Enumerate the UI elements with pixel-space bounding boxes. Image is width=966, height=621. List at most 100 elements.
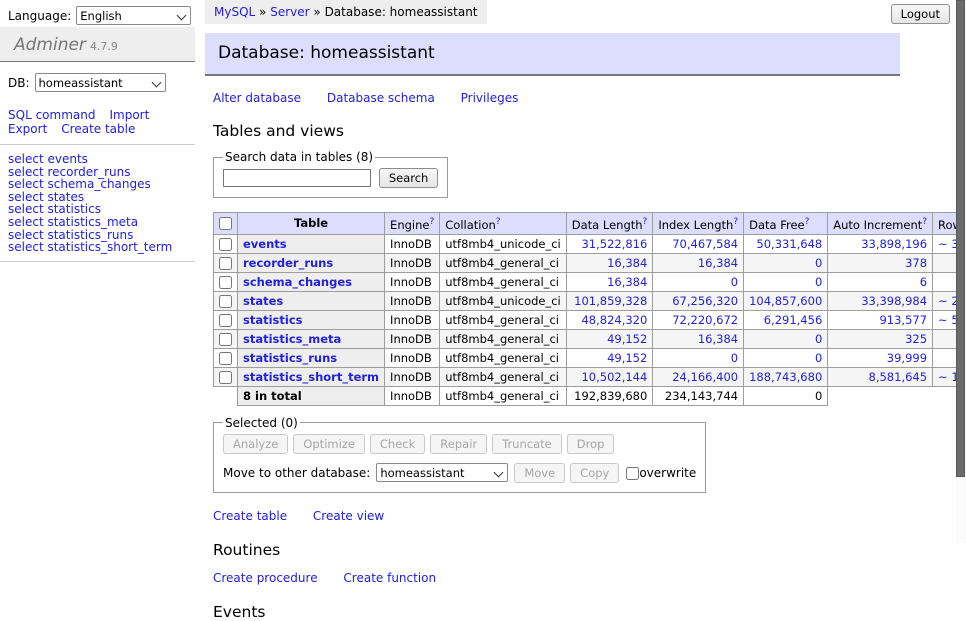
privileges-link[interactable]: Privileges [461, 91, 519, 105]
auto-increment-link[interactable]: 8,581,645 [869, 370, 928, 384]
row-checkbox[interactable] [219, 276, 232, 289]
sidebar-item-select-statistics_meta[interactable]: select statistics_meta [8, 216, 195, 229]
row-checkbox[interactable] [219, 238, 232, 251]
index-length-link[interactable]: 16,384 [698, 256, 738, 270]
data-free-link[interactable]: 0 [815, 351, 822, 365]
tables-tbody: eventsInnoDButf8mb4_unicode_ci31,522,816… [214, 234, 966, 386]
sidebar: Language:English Adminer4.7.9 DB:homeass… [0, 0, 195, 262]
overwrite-checkbox[interactable] [626, 467, 639, 480]
data-free-link[interactable]: 0 [815, 332, 822, 346]
create-view-link[interactable]: Create view [313, 509, 384, 523]
select-all-checkbox[interactable] [219, 217, 232, 230]
table-name-link[interactable]: schema_changes [243, 275, 352, 289]
row-checkbox[interactable] [219, 295, 232, 308]
index-length-link[interactable]: 67,256,320 [672, 294, 738, 308]
help-link[interactable]: ? [805, 217, 810, 227]
data-length-cell: 16,384 [566, 272, 653, 291]
table-name-link[interactable]: statistics_short_term [243, 370, 379, 384]
table-name-link[interactable]: events [243, 237, 287, 251]
help-link[interactable]: ? [496, 217, 501, 227]
language-select[interactable]: English [76, 6, 191, 25]
table-name-link[interactable]: recorder_runs [243, 256, 333, 270]
data-length-link[interactable]: 31,522,816 [581, 237, 647, 251]
index-length-link[interactable]: 0 [731, 275, 738, 289]
auto-increment-link[interactable]: 39,999 [887, 351, 927, 365]
optimize-button[interactable]: Optimize [293, 434, 365, 454]
row-checkbox[interactable] [219, 333, 232, 346]
database-schema-link[interactable]: Database schema [327, 91, 435, 105]
search-input[interactable] [223, 169, 371, 187]
logout-button[interactable]: Logout [891, 4, 950, 24]
data-free-link[interactable]: 104,857,600 [749, 294, 822, 308]
create-function-link[interactable]: Create function [343, 571, 436, 585]
move-button[interactable]: Move [514, 463, 565, 483]
data-free-link[interactable]: 6,291,456 [764, 313, 823, 327]
data-free-link[interactable]: 0 [815, 256, 822, 270]
data-length-cell: 10,502,144 [566, 367, 653, 386]
row-checkbox[interactable] [219, 314, 232, 327]
auto-increment-link[interactable]: 378 [905, 256, 927, 270]
help-link[interactable]: ? [429, 217, 434, 227]
collation-cell: utf8mb4_general_ci [440, 253, 567, 272]
select-all-cell [214, 213, 238, 235]
sidebar-item-import[interactable]: Import [109, 108, 149, 122]
help-link[interactable]: ? [733, 217, 738, 227]
row-checkbox[interactable] [219, 352, 232, 365]
index-length-link[interactable]: 0 [731, 351, 738, 365]
table-name-link[interactable]: states [243, 294, 283, 308]
move-row: Move to other database:homeassistantMove… [223, 463, 696, 483]
sidebar-item-create-table[interactable]: Create table [61, 122, 135, 136]
table-name-link[interactable]: statistics_runs [243, 351, 337, 365]
data-free-link[interactable]: 0 [815, 275, 822, 289]
row-checkbox[interactable] [219, 371, 232, 384]
data-length-link[interactable]: 49,152 [607, 351, 647, 365]
data-length-link[interactable]: 49,152 [607, 332, 647, 346]
data-length-link[interactable]: 48,824,320 [581, 313, 647, 327]
sidebar-item-select-schema_changes[interactable]: select schema_changes [8, 178, 195, 191]
scrollbar-thumb[interactable] [956, 0, 965, 477]
data-free-link[interactable]: 188,743,680 [749, 370, 822, 384]
data-length-link[interactable]: 10,502,144 [581, 370, 647, 384]
auto-increment-link[interactable]: 325 [905, 332, 927, 346]
index-length-link[interactable]: 70,467,584 [672, 237, 738, 251]
auto-increment-link[interactable]: 33,398,984 [861, 294, 927, 308]
table-name-link[interactable]: statistics_meta [243, 332, 341, 346]
auto-increment-link[interactable]: 913,577 [879, 313, 927, 327]
auto-increment-cell: 8,581,645 [828, 367, 933, 386]
create-procedure-link[interactable]: Create procedure [213, 571, 318, 585]
db-select[interactable]: homeassistant [35, 73, 166, 92]
move-db-select[interactable]: homeassistant [376, 463, 508, 482]
sidebar-nav-row2: Export Create table [8, 123, 195, 137]
index-length-link[interactable]: 72,220,672 [672, 313, 738, 327]
index-length-link[interactable]: 24,166,400 [672, 370, 738, 384]
truncate-button[interactable]: Truncate [492, 434, 562, 454]
breadcrumb-mysql-link[interactable]: MySQL [214, 5, 255, 19]
adminer-logo[interactable]: Adminer [14, 35, 86, 55]
check-button[interactable]: Check [370, 434, 425, 454]
sidebar-item-export[interactable]: Export [8, 122, 47, 136]
sidebar-item-select-events[interactable]: select events [8, 153, 195, 166]
auto-increment-link[interactable]: 6 [920, 275, 927, 289]
create-table-link[interactable]: Create table [213, 509, 287, 523]
table-name-link[interactable]: statistics [243, 313, 303, 327]
table-name-cell: statistics_meta [238, 329, 385, 348]
data-length-link[interactable]: 16,384 [607, 256, 647, 270]
alter-database-link[interactable]: Alter database [213, 91, 301, 105]
row-checkbox[interactable] [219, 257, 232, 270]
help-link[interactable]: ? [643, 217, 648, 227]
search-button[interactable]: Search [379, 168, 439, 188]
analyze-button[interactable]: Analyze [223, 434, 288, 454]
data-free-link[interactable]: 50,331,648 [756, 237, 822, 251]
breadcrumb-server-link[interactable]: Server [270, 5, 309, 19]
drop-button[interactable]: Drop [567, 434, 615, 454]
auto-increment-link[interactable]: 33,898,196 [861, 237, 927, 251]
repair-button[interactable]: Repair [430, 434, 487, 454]
index-length-link[interactable]: 16,384 [698, 332, 738, 346]
help-link[interactable]: ? [922, 217, 927, 227]
data-length-link[interactable]: 16,384 [607, 275, 647, 289]
sidebar-item-select-statistics_short_term[interactable]: select statistics_short_term [8, 241, 195, 254]
sidebar-item-sql-command[interactable]: SQL command [8, 108, 95, 122]
copy-button[interactable]: Copy [570, 463, 619, 483]
tables-and-views-heading: Tables and views [213, 122, 900, 140]
data-length-link[interactable]: 101,859,328 [574, 294, 647, 308]
